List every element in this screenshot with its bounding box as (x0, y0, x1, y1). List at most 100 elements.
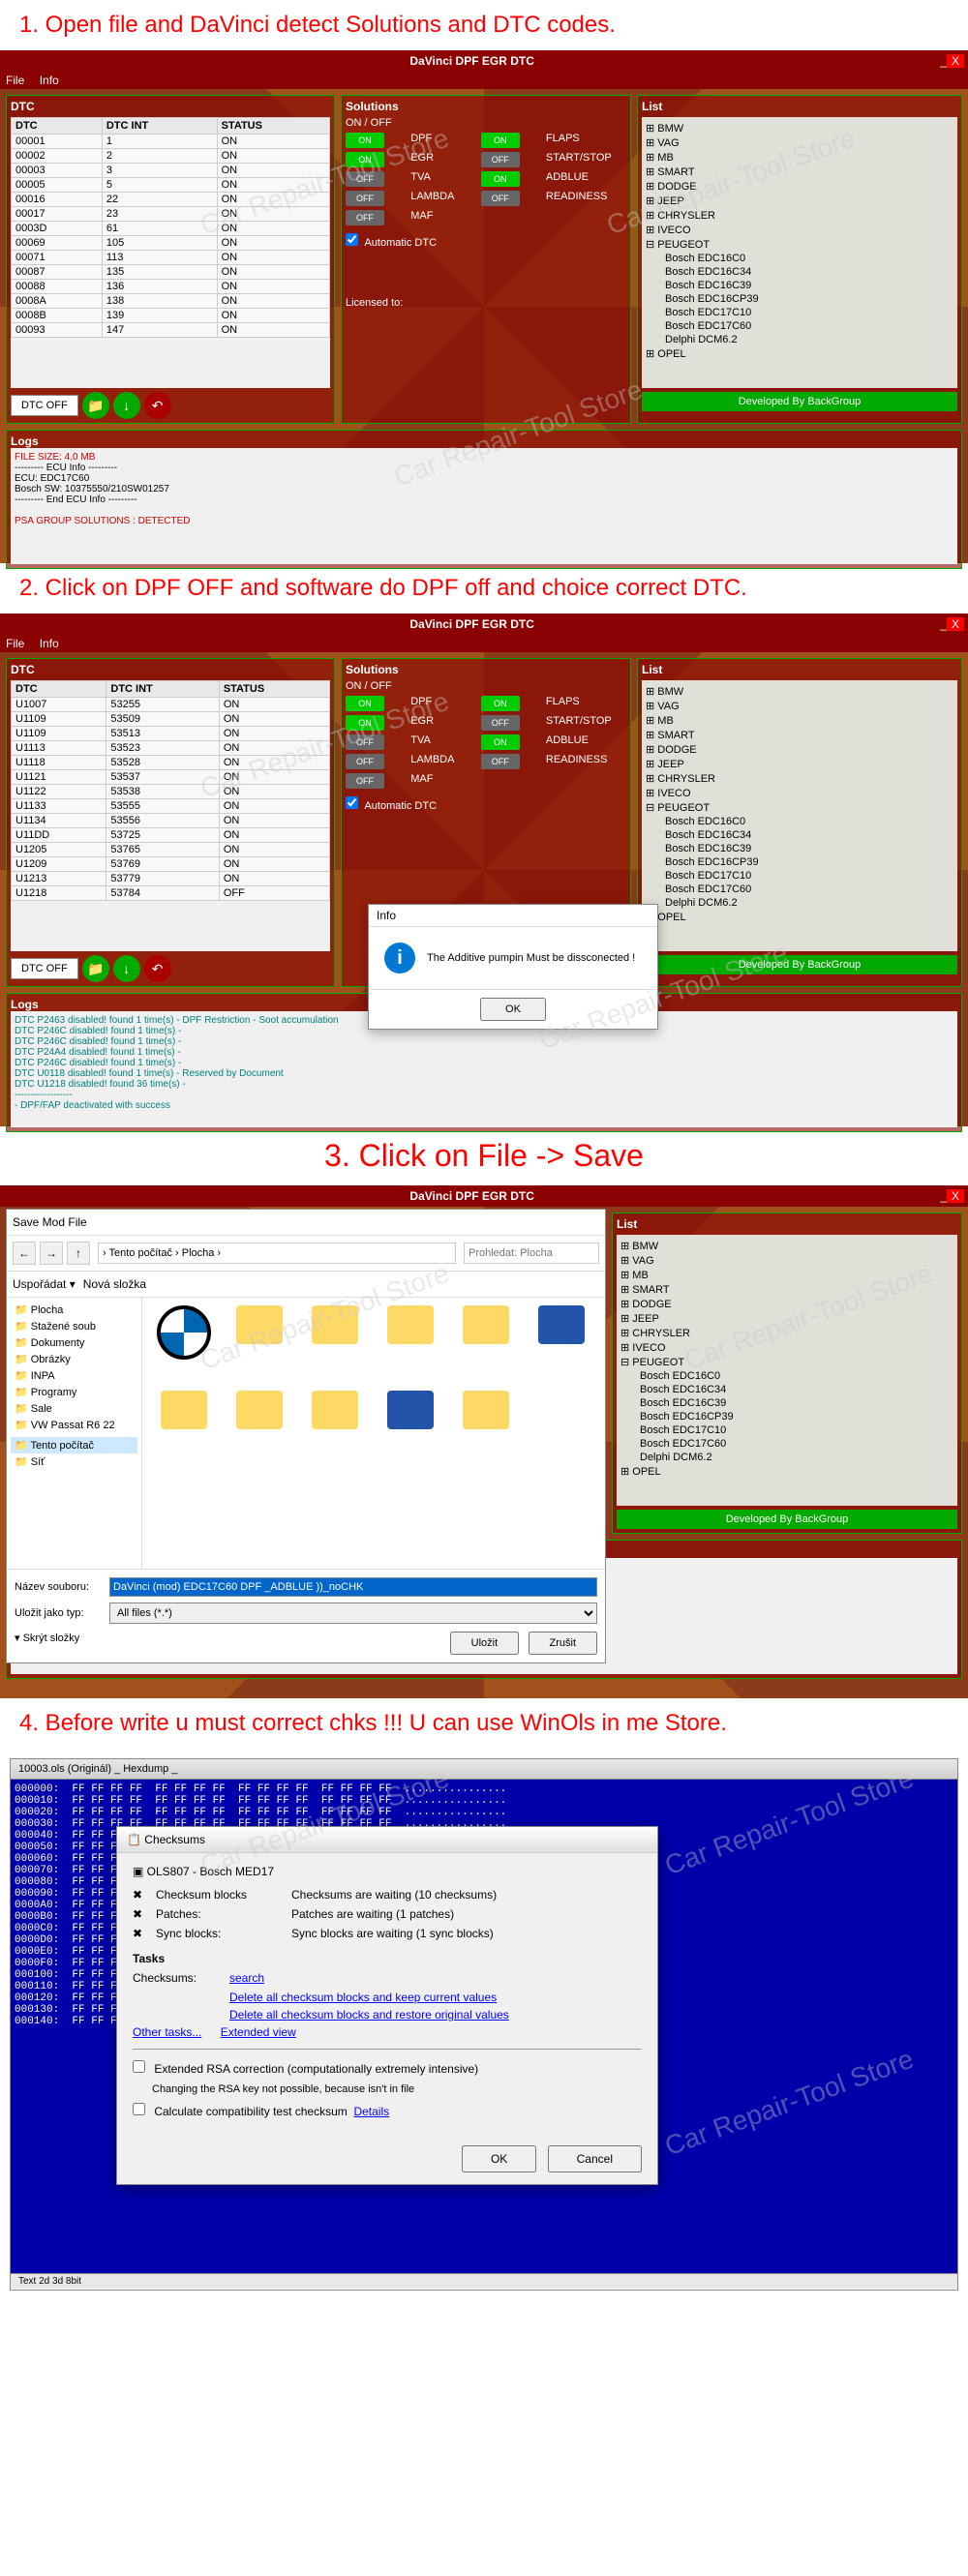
table-row[interactable]: 00093147ON (12, 323, 330, 338)
toggle-adblue[interactable]: ON (481, 171, 520, 187)
tree-item[interactable]: SMART (646, 728, 953, 742)
tree-item[interactable]: IVECO (620, 1340, 953, 1355)
details-link[interactable]: Details (353, 2105, 389, 2118)
tree-item[interactable]: CHRYSLER (646, 208, 953, 223)
tree-item[interactable]: Bosch EDC16C39 (646, 842, 953, 855)
auto-dtc-checkbox[interactable] (346, 233, 358, 246)
folder-icon[interactable] (377, 1305, 444, 1383)
table-row[interactable]: 00069105ON (12, 236, 330, 251)
ecu-tree[interactable]: BMWVAGMBSMARTDODGEJEEPCHRYSLERIVECOPEUGE… (642, 680, 957, 951)
sidebar-item[interactable]: 📁 INPA (11, 1367, 137, 1384)
tree-item[interactable]: Delphi DCM6.2 (646, 896, 953, 910)
toggle-readiness[interactable]: OFF (481, 191, 520, 206)
tree-item[interactable]: Bosch EDC16C0 (620, 1369, 953, 1383)
table-row[interactable]: 00087135ON (12, 265, 330, 280)
menu-info[interactable]: Info (40, 74, 59, 87)
menu-file[interactable]: File (6, 74, 24, 87)
toggle-tva[interactable]: OFF (346, 734, 384, 750)
toggle-startstop[interactable]: OFF (481, 715, 520, 731)
table-row[interactable]: U121353779ON (12, 872, 330, 886)
table-row[interactable]: U112153537ON (12, 770, 330, 785)
table-row[interactable]: 00088136ON (12, 280, 330, 294)
delete-keep-link[interactable]: Delete all checksum blocks and keep curr… (229, 1991, 497, 2004)
sidebar-item[interactable]: 📁 Tento počítač (11, 1437, 137, 1453)
table-row[interactable]: U110953509ON (12, 712, 330, 727)
minimize-icon[interactable]: _ (940, 54, 947, 68)
toggle-readiness[interactable]: OFF (481, 754, 520, 769)
folder-icon[interactable] (301, 1305, 369, 1383)
table-row[interactable]: 0003D61ON (12, 222, 330, 236)
table-row[interactable]: U11DD53725ON (12, 828, 330, 843)
save-icon[interactable]: ↓ (113, 955, 140, 982)
toggle-flaps[interactable]: ON (481, 133, 520, 148)
undo-icon[interactable]: ↶ (144, 392, 171, 419)
tree-item[interactable]: Bosch EDC16CP39 (620, 1410, 953, 1423)
table-row[interactable]: 000055ON (12, 178, 330, 193)
toggle-dpf[interactable]: ON (346, 133, 384, 148)
save-button[interactable]: Uložit (450, 1632, 520, 1655)
tree-item[interactable]: VAG (620, 1253, 953, 1268)
sidebar-item[interactable]: 📁 Síť (11, 1453, 137, 1470)
tree-item[interactable]: DODGE (646, 742, 953, 757)
ok-button[interactable]: OK (462, 2145, 536, 2172)
tree-item[interactable]: JEEP (646, 194, 953, 208)
folder-icon[interactable] (452, 1391, 520, 1468)
tree-item[interactable]: Bosch EDC17C60 (646, 319, 953, 333)
auto-dtc-check[interactable]: Automatic DTC (346, 796, 626, 812)
folder-icon[interactable] (301, 1391, 369, 1468)
filetype-select[interactable]: All files (*.*) (109, 1603, 597, 1624)
filename-input[interactable] (109, 1577, 597, 1597)
tree-item[interactable]: IVECO (646, 223, 953, 237)
folder-icon[interactable] (226, 1305, 293, 1383)
toggle-flaps[interactable]: ON (481, 696, 520, 711)
table-row[interactable]: 000022ON (12, 149, 330, 164)
folder-icon[interactable] (377, 1391, 444, 1468)
tree-item[interactable]: SMART (620, 1282, 953, 1297)
table-row[interactable]: U110953513ON (12, 727, 330, 741)
tree-item[interactable]: Bosch EDC16C34 (620, 1383, 953, 1396)
toggle-adblue[interactable]: ON (481, 734, 520, 750)
tree-item[interactable]: Bosch EDC16CP39 (646, 292, 953, 306)
table-row[interactable]: U113453556ON (12, 814, 330, 828)
tree-item[interactable]: Bosch EDC16CP39 (646, 855, 953, 869)
menu-file[interactable]: File (6, 637, 24, 650)
tree-item[interactable]: PEUGEOT (646, 800, 953, 815)
tree-item[interactable]: Delphi DCM6.2 (646, 333, 953, 346)
open-file-icon[interactable]: 📁 (82, 392, 109, 419)
tree-item[interactable]: Bosch EDC16C34 (646, 265, 953, 279)
tree-item[interactable]: Bosch EDC17C60 (646, 883, 953, 896)
tree-item[interactable]: DODGE (620, 1297, 953, 1311)
search-input[interactable] (464, 1243, 599, 1264)
tree-item[interactable]: Bosch EDC16C39 (646, 279, 953, 292)
toggle-egr[interactable]: ON (346, 152, 384, 167)
tree-item[interactable]: VAG (646, 135, 953, 150)
tree-item[interactable]: VAG (646, 699, 953, 713)
bmw-folder[interactable] (150, 1305, 218, 1383)
tree-item[interactable]: CHRYSLER (620, 1326, 953, 1340)
dtc-table[interactable]: DTCDTC INTSTATUS000011ON000022ON000033ON… (11, 117, 330, 388)
tree-item[interactable]: Bosch EDC17C10 (646, 306, 953, 319)
tree-item[interactable]: Bosch EDC16C0 (646, 815, 953, 828)
tree-item[interactable]: BMW (620, 1239, 953, 1253)
tree-item[interactable]: JEEP (646, 757, 953, 771)
table-row[interactable]: U121853784OFF (12, 886, 330, 901)
tree-item[interactable]: Bosch EDC17C10 (646, 869, 953, 883)
tree-item[interactable]: Bosch EDC17C60 (620, 1437, 953, 1451)
delete-restore-link[interactable]: Delete all checksum blocks and restore o… (229, 2008, 509, 2022)
tree-item[interactable]: IVECO (646, 786, 953, 800)
info-ok-button[interactable]: OK (480, 998, 546, 1021)
tree-item[interactable]: Bosch EDC16C34 (646, 828, 953, 842)
table-row[interactable]: U112253538ON (12, 785, 330, 799)
open-file-icon[interactable]: 📁 (82, 955, 109, 982)
table-row[interactable]: U100753255ON (12, 698, 330, 712)
nav-fwd-icon[interactable]: → (40, 1242, 63, 1265)
save-sidebar[interactable]: 📁 Plocha📁 Stažené soub📁 Dokumenty📁 Obráz… (7, 1298, 142, 1569)
tree-item[interactable]: PEUGEOT (646, 237, 953, 252)
dtc-table[interactable]: DTCDTC INTSTATUSU100753255ONU110953509ON… (11, 680, 330, 951)
tree-item[interactable]: Delphi DCM6.2 (620, 1451, 953, 1464)
tree-item[interactable]: BMW (646, 684, 953, 699)
tree-item[interactable]: Bosch EDC16C0 (646, 252, 953, 265)
sidebar-item[interactable]: 📁 Programy (11, 1384, 137, 1400)
table-row[interactable]: 000033ON (12, 164, 330, 178)
table-row[interactable]: 0008B139ON (12, 309, 330, 323)
